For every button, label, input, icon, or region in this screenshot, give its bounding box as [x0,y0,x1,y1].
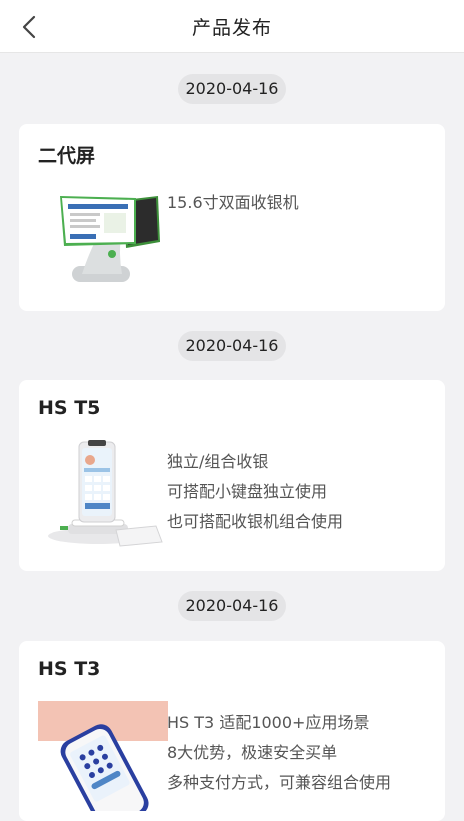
product-name: 二代屏 [38,145,96,167]
date-badge: 2020-04-16 [177,331,287,361]
description-line: 也可搭配收银机组合使用 [167,512,344,531]
product-name: HS T5 [38,397,101,419]
nav-bar: 产品发布 [0,0,464,53]
handheld-pos-image [38,701,168,811]
date-separator: 2020-04-16 [0,74,464,104]
product-card-hs-t5[interactable]: HS T5 独立/组合收银 可搭配小键盘独立使用 也可搭配收银机组合使用 [19,380,445,571]
date-separator: 2020-04-16 [0,591,464,621]
description-line: 8大优势，极速安全买单 [167,743,338,762]
description-line: HS T3 适配1000+应用场景 [167,713,370,732]
product-description: 独立/组合收银 可搭配小键盘独立使用 也可搭配收银机组合使用 [167,447,343,537]
tablet-pos-with-keypad-image [38,438,168,558]
back-button[interactable] [14,12,44,42]
dual-screen-pos-image [38,182,168,294]
page-title: 产品发布 [191,16,272,39]
product-card-hs-t3[interactable]: HS T3 HS T3 适配1000+应用场景 8大优势，极速安全买单 多种支付… [19,641,445,821]
description-line: 独立/组合收银 [167,452,269,471]
product-description: HS T3 适配1000+应用场景 8大优势，极速安全买单 多种支付方式，可兼容… [167,708,391,798]
description-line: 可搭配小键盘独立使用 [167,482,328,501]
description-line: 多种支付方式，可兼容组合使用 [167,773,392,792]
product-card-er-dai-ping[interactable]: 二代屏 15.6寸双面收银机 [19,124,445,311]
product-name: HS T3 [38,658,101,680]
date-badge: 2020-04-16 [177,591,287,621]
chevron-left-icon [22,15,36,39]
product-description: 15.6寸双面收银机 [167,188,299,218]
date-badge: 2020-04-16 [177,74,287,104]
date-separator: 2020-04-16 [0,331,464,361]
description-line: 15.6寸双面收银机 [167,193,299,212]
